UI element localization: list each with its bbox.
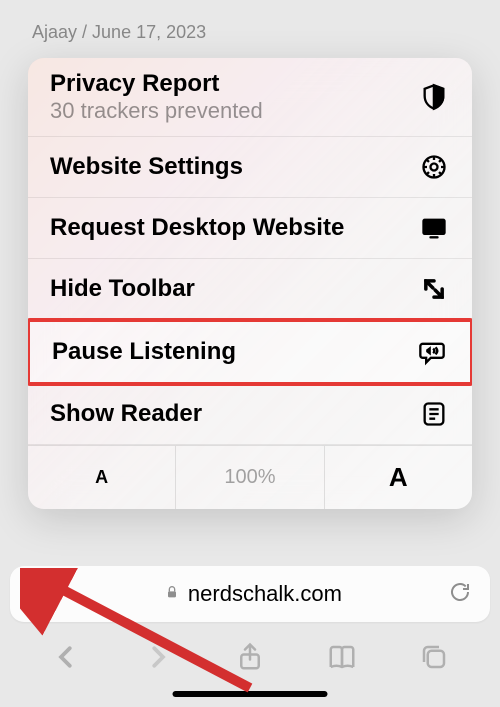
show-reader-label: Show Reader — [50, 400, 202, 428]
text-size-button[interactable]: AA — [28, 580, 58, 608]
pause-listening-label: Pause Listening — [52, 338, 236, 366]
expand-arrows-icon — [418, 273, 450, 305]
zoom-controls: A 100% A — [28, 445, 472, 509]
privacy-report-title: Privacy Report — [50, 70, 263, 98]
request-desktop-label: Request Desktop Website — [50, 214, 344, 242]
desktop-icon — [418, 212, 450, 244]
page-settings-popup: Privacy Report 30 trackers prevented Web… — [28, 58, 472, 509]
url-bar[interactable]: AA nerdschalk.com — [10, 566, 490, 622]
reader-icon — [418, 398, 450, 430]
zoom-out-button[interactable]: A — [28, 446, 176, 509]
website-settings-label: Website Settings — [50, 153, 243, 181]
share-button[interactable] — [225, 632, 275, 682]
shield-icon — [418, 81, 450, 113]
zoom-in-button[interactable]: A — [325, 446, 472, 509]
menu-item-pause-listening[interactable]: Pause Listening — [28, 318, 472, 386]
bookmarks-button[interactable] — [317, 632, 367, 682]
menu-item-request-desktop[interactable]: Request Desktop Website — [28, 198, 472, 259]
forward-button[interactable] — [133, 632, 183, 682]
menu-item-website-settings[interactable]: Website Settings — [28, 137, 472, 198]
home-indicator[interactable] — [173, 691, 328, 697]
article-byline: Ajaay / June 17, 2023 — [0, 0, 500, 43]
menu-item-privacy-report[interactable]: Privacy Report 30 trackers prevented — [28, 58, 472, 137]
menu-item-hide-toolbar[interactable]: Hide Toolbar — [28, 259, 472, 320]
reload-button[interactable] — [448, 580, 472, 609]
privacy-report-subtitle: 30 trackers prevented — [50, 98, 263, 124]
gear-icon — [418, 151, 450, 183]
url-display[interactable]: nerdschalk.com — [58, 581, 448, 607]
lock-icon — [164, 582, 180, 607]
hide-toolbar-label: Hide Toolbar — [50, 275, 195, 303]
menu-item-show-reader[interactable]: Show Reader — [28, 384, 472, 445]
back-button[interactable] — [41, 632, 91, 682]
tabs-button[interactable] — [409, 632, 459, 682]
zoom-level-display[interactable]: 100% — [176, 446, 324, 509]
domain-text: nerdschalk.com — [188, 581, 342, 607]
speech-bubble-sound-icon — [416, 336, 448, 368]
